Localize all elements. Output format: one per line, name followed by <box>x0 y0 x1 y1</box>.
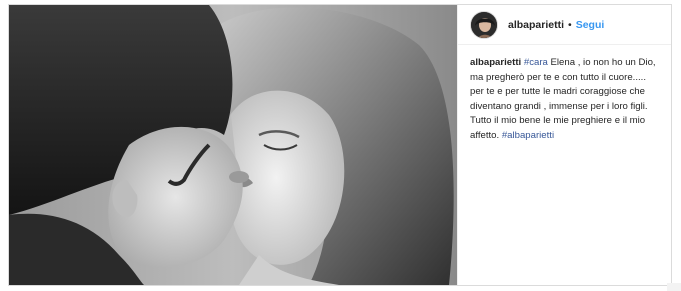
caption-text: Elena , io non ho un Dio, ma pregherò pe… <box>470 57 656 141</box>
header-separator: • <box>568 18 572 31</box>
caption-username[interactable]: albaparietti <box>470 57 521 68</box>
post-photo[interactable] <box>9 5 457 285</box>
post-sidebar: albaparietti • Segui albaparietti #cara … <box>457 5 671 285</box>
post-header: albaparietti • Segui <box>458 5 671 45</box>
post-caption: albaparietti #cara Elena , io non ho un … <box>458 45 671 144</box>
follow-button[interactable]: Segui <box>576 19 605 31</box>
caption-hashtag-albaparietti[interactable]: #albaparietti <box>502 130 554 141</box>
caption-hashtag-cara[interactable]: #cara <box>524 57 548 68</box>
instagram-post: albaparietti • Segui albaparietti #cara … <box>8 4 672 286</box>
post-photo-image <box>9 5 457 285</box>
profile-avatar-icon[interactable] <box>470 10 498 39</box>
header-username[interactable]: albaparietti <box>508 19 564 31</box>
corner-element <box>667 283 681 291</box>
